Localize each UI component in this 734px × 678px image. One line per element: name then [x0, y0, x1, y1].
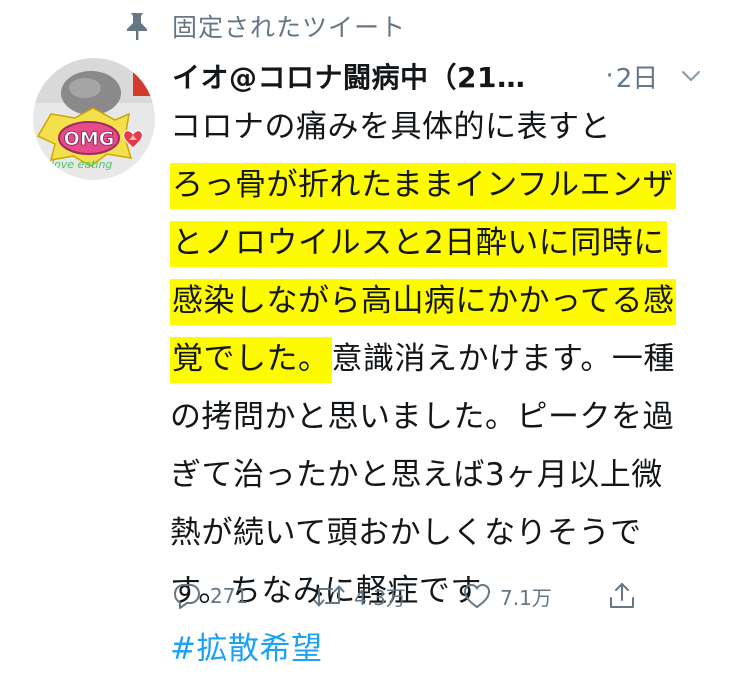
reply-button[interactable]: 271 [172, 574, 248, 618]
tweet-line: ぎて治ったかと思えば3ヶ月以上微 [170, 457, 663, 493]
tweet-actions: 271 4.3万 7.1万 [172, 574, 692, 618]
tweet-line: コロナの痛みを具体的に表すと [170, 109, 611, 145]
highlighted-text: 感染しながら高山病にかかってる感 [170, 279, 677, 325]
retweet-icon [312, 581, 346, 611]
tweet-line: 熱が続いて頭おかしくなりそうで [170, 515, 642, 551]
retweet-count: 4.3万 [354, 585, 406, 610]
chevron-down-icon[interactable] [680, 65, 702, 87]
display-name[interactable]: イオ@コロナ闘病中（21… [172, 56, 525, 96]
like-count: 7.1万 [500, 585, 552, 610]
tweet-line: の拷問かと思いました。ピークを過 [170, 399, 674, 435]
hashtag-link[interactable]: #拡散希望 [170, 631, 322, 667]
reply-icon [172, 581, 202, 611]
pinned-label: 固定されたツイート [172, 13, 407, 42]
like-button[interactable]: 7.1万 [462, 574, 552, 618]
timestamp[interactable]: 2日 [616, 58, 659, 95]
highlighted-text: 覚でした。 [170, 337, 332, 383]
pin-icon [124, 11, 150, 41]
tweet-header: イオ@コロナ闘病中（21… · 2日 [172, 56, 720, 96]
highlighted-text: とノロウイルスと2日酔いに同時に [170, 221, 667, 267]
highlighted-text: ろっ骨が折れたままインフルエンザ [170, 163, 677, 209]
reply-count: 271 [210, 584, 249, 608]
pinned-tweet-indicator: 固定されたツイート [124, 8, 406, 44]
tweet-line: 意識消えかけます。一種 [331, 341, 675, 377]
time-separator: · [605, 61, 614, 91]
avatar[interactable]: OMG love eating [33, 58, 155, 180]
share-icon [607, 581, 637, 611]
share-button[interactable] [607, 574, 637, 618]
retweet-button[interactable]: 4.3万 [312, 574, 406, 618]
avatar-badge-text: OMG [64, 128, 115, 150]
avatar-caption: love eating [51, 158, 112, 171]
heart-icon [462, 581, 492, 611]
